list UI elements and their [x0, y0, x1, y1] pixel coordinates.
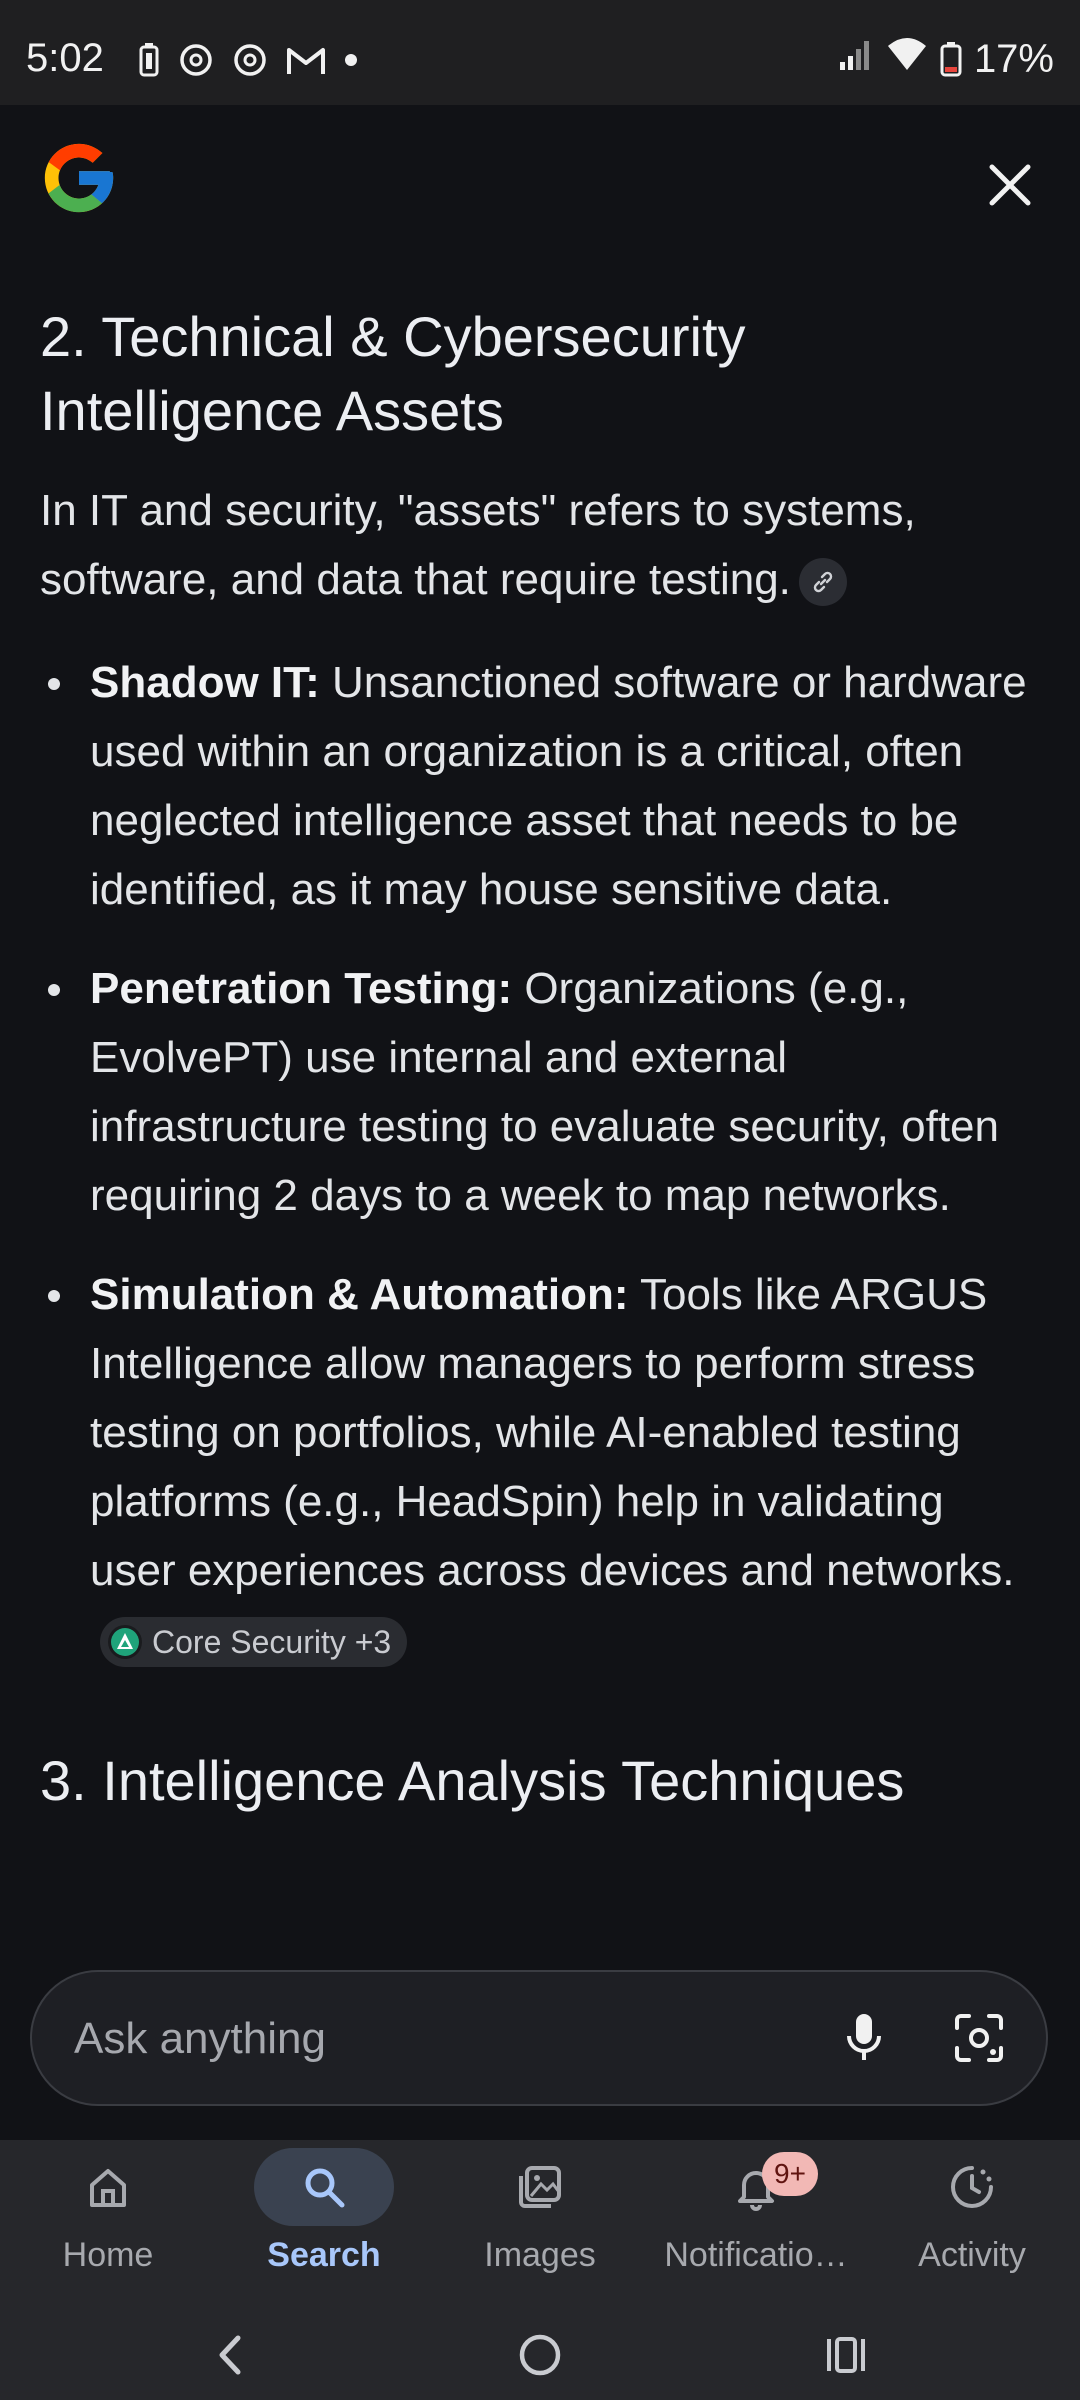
core-security-logo-icon: [108, 1625, 142, 1660]
battery-saver-icon: [138, 43, 160, 82]
lens-button[interactable]: [947, 2006, 1011, 2070]
nav-icon-container: [902, 2148, 1042, 2226]
status-time: 5:02: [26, 36, 104, 80]
list-item: Simulation & Automation: Tools like ARGU…: [40, 1260, 1040, 1674]
bullet-term: Simulation & Automation:: [90, 1270, 629, 1319]
nav-notifications[interactable]: 9+ Notificatio…: [648, 2140, 864, 2315]
dot-icon: [344, 53, 358, 72]
signal-icon: [838, 36, 874, 82]
system-navigation: [0, 2315, 1080, 2400]
bullet-term: Penetration Testing:: [90, 964, 513, 1013]
nav-label: Search: [267, 2236, 381, 2274]
recents-icon: [827, 2337, 865, 2373]
nav-label: Images: [484, 2236, 596, 2274]
search-icon: [305, 2168, 345, 2208]
nav-label: Notificatio…: [664, 2236, 848, 2274]
nav-label: Home: [62, 2236, 154, 2274]
close-icon: [989, 164, 1031, 206]
nav-icon-container: [38, 2148, 178, 2226]
intro-paragraph: In IT and security, "assets" refers to s…: [40, 476, 1040, 614]
activity-icon: [951, 2166, 993, 2208]
list-item: Shadow IT: Unsanctioned software or hard…: [40, 648, 1040, 924]
back-icon: [219, 2335, 241, 2375]
section-heading: 2. Technical & Cybersecurity Intelligenc…: [40, 305, 746, 442]
nav-search[interactable]: Search: [216, 2140, 432, 2315]
nav-activity[interactable]: Activity: [864, 2140, 1080, 2315]
nav-icon-container: [254, 2148, 394, 2226]
voice-search-button[interactable]: [832, 2006, 896, 2070]
home-icon: [90, 2169, 126, 2207]
threads-icon: [178, 42, 214, 83]
recents-button[interactable]: [812, 2325, 882, 2385]
google-g-logo[interactable]: [38, 137, 120, 219]
nav-home[interactable]: Home: [0, 2140, 216, 2315]
next-section-heading: 3. Intelligence Analysis Techniques: [40, 1749, 905, 1812]
ai-answer-content[interactable]: 2. Technical & Cybersecurity Intelligenc…: [40, 300, 1040, 1940]
gmail-icon: [286, 44, 326, 81]
battery-icon: [940, 41, 962, 77]
app-header: [0, 105, 1080, 255]
wifi-icon: [886, 36, 928, 82]
bullet-list: Shadow IT: Unsanctioned software or hard…: [40, 648, 1040, 1674]
ask-input[interactable]: [72, 1972, 796, 2106]
nav-images[interactable]: Images: [432, 2140, 648, 2315]
close-button[interactable]: [980, 155, 1040, 215]
notification-icons: [138, 42, 358, 83]
battery-percent: 17%: [973, 36, 1054, 81]
citation-link-button[interactable]: [798, 558, 847, 607]
home-system-button[interactable]: [505, 2325, 575, 2385]
back-button[interactable]: [195, 2325, 265, 2385]
nav-icon-container: 9+: [686, 2148, 826, 2226]
ask-bar: [30, 1970, 1048, 2106]
link-icon: [813, 572, 833, 593]
intro-text: In IT and security, "assets" refers to s…: [40, 486, 916, 604]
notification-badge: 9+: [762, 2152, 818, 2196]
bullet-term: Shadow IT:: [90, 658, 320, 707]
threads-icon: [232, 42, 268, 83]
mic-icon: [847, 2014, 881, 2060]
images-icon: [519, 2166, 561, 2208]
circle-home-icon: [519, 2334, 561, 2376]
status-right: 17%: [838, 36, 1054, 82]
bottom-navigation: Home Search Images 9+ Notificatio… Activ…: [0, 2140, 1080, 2315]
camera-lens-icon: [955, 2014, 1003, 2062]
source-chip-label: Core Security +3: [152, 1623, 392, 1660]
nav-label: Activity: [918, 2236, 1026, 2274]
list-item: Penetration Testing: Organizations (e.g.…: [40, 954, 1040, 1230]
source-chip[interactable]: Core Security +3: [100, 1617, 408, 1668]
status-bar: 5:02 17%: [0, 0, 1080, 105]
nav-icon-container: [470, 2148, 610, 2226]
